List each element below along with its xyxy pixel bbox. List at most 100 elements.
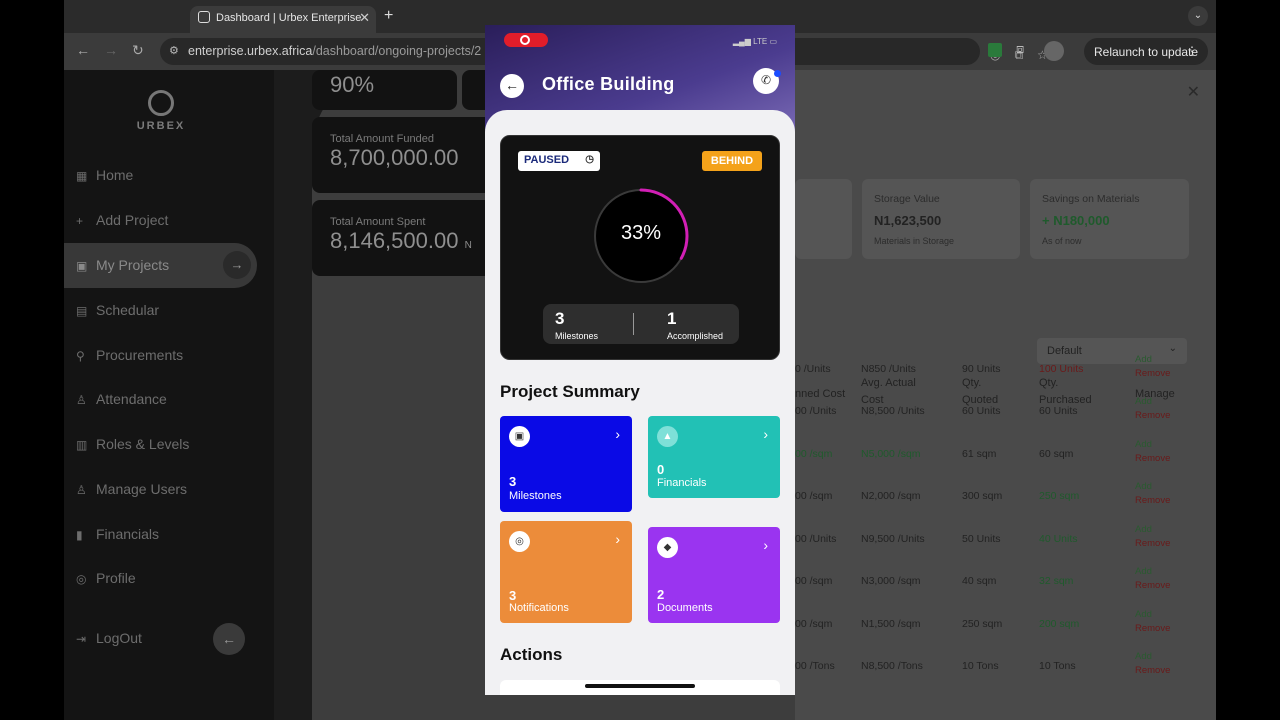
add-link[interactable]: Add — [1135, 480, 1170, 494]
sidebar-item-schedular[interactable]: ▤ Schedular — [76, 293, 159, 327]
add-link[interactable]: Add — [1135, 395, 1170, 409]
close-tab-icon[interactable]: ✕ — [359, 10, 370, 26]
arrow-right-icon[interactable]: → — [223, 251, 251, 279]
manage-links: Add Remove — [1135, 395, 1170, 423]
stat-card-partial-left — [795, 179, 852, 259]
relaunch-button[interactable]: Relaunch to update ⋮ — [1084, 38, 1208, 65]
add-link[interactable]: Add — [1135, 353, 1170, 367]
collapse-sidebar-button[interactable]: ← — [213, 623, 245, 655]
phone-body: PAUSED ◷ BEHIND 33% 3 Milestones 1 Accomp… — [485, 110, 795, 695]
profile-icon: ◎ — [76, 572, 87, 586]
logo-text: URBEX — [136, 120, 186, 132]
milestones-label: Milestones — [555, 331, 599, 341]
sidebar-item-roles[interactable]: ▥ Roles & Levels — [76, 427, 189, 461]
tile-label: Notifications — [509, 602, 569, 614]
sidebar-item-attendance[interactable]: ♙ Attendance — [76, 382, 167, 416]
sidebar-item-profile[interactable]: ◎ Profile — [76, 561, 136, 595]
cell-actual: N850 /Units — [861, 363, 916, 375]
milestones-tile[interactable]: ▣ › 3 Milestones — [500, 416, 632, 512]
cell-purchased: 60 sqm — [1039, 448, 1074, 460]
storage-title: Storage Value — [874, 193, 940, 205]
menu-dots-icon[interactable]: ⋮ — [1186, 44, 1198, 58]
reload-icon[interactable]: ↻ — [132, 42, 144, 59]
cell-purchased: 32 sqm — [1039, 575, 1074, 587]
remove-link[interactable]: Remove — [1135, 537, 1170, 551]
home-indicator[interactable] — [585, 684, 695, 688]
financials-tile[interactable]: ▲ › 0 Financials — [648, 416, 780, 498]
back-arrow-icon[interactable]: ← — [76, 42, 90, 58]
plus-icon: + — [76, 214, 84, 228]
documents-tile[interactable]: ◆ › 2 Documents — [648, 527, 780, 623]
add-link[interactable]: Add — [1135, 438, 1170, 452]
bell-icon: ◎ — [509, 531, 530, 552]
add-link[interactable]: Add — [1135, 608, 1170, 622]
site-info-icon[interactable]: ⚙ — [169, 44, 179, 57]
header-qty-purchased: Qty. Purchased — [1039, 377, 1092, 406]
spent-value-wrap: 8,146,500.00 N — [312, 228, 492, 254]
cell-purchased: 250 sqm — [1039, 490, 1080, 502]
add-link[interactable]: Add — [1135, 523, 1170, 537]
progress-percent: 33% — [620, 222, 662, 244]
back-button[interactable]: ← — [500, 74, 524, 98]
sidebar-item-label: Schedular — [96, 302, 160, 318]
tile-count: 2 — [657, 587, 665, 602]
remove-link[interactable]: Remove — [1135, 579, 1170, 593]
funded-value: 8,700,000.00 — [330, 145, 459, 170]
calendar-icon: ▤ — [76, 304, 88, 318]
logout-label: LogOut — [96, 630, 142, 646]
tab-search-icon[interactable]: ⌄ — [1188, 6, 1208, 26]
savings-sub: As of now — [1042, 236, 1082, 246]
remove-link[interactable]: Remove — [1135, 409, 1170, 423]
chat-button[interactable]: ✆ — [753, 68, 781, 94]
profile-avatar[interactable] — [1044, 41, 1064, 61]
status-bar: ▂▄▆ LTE ▭ — [733, 37, 777, 46]
users-icon: ♙ — [76, 483, 87, 497]
progress-ring: 33% — [593, 188, 689, 284]
accomplished-count: 1 — [667, 309, 677, 328]
sidebar-item-home[interactable]: ▦ Home — [76, 158, 133, 192]
cell-planned: 00 /Units — [795, 405, 837, 417]
milestones-count: 3 — [555, 309, 565, 328]
add-link[interactable]: Add — [1135, 650, 1170, 664]
sidebar-item-procurements[interactable]: ⚲ Procurements — [76, 338, 183, 372]
puzzle-icon[interactable]: ⧈ — [1016, 41, 1024, 57]
progress-stat-card: 90% — [312, 70, 457, 110]
spent-stat-card: Total Amount Spent 8,146,500.00 N — [312, 200, 492, 276]
sidebar-item-label: Attendance — [96, 391, 167, 407]
sidebar-item-add-project[interactable]: + Add Project — [76, 203, 168, 237]
browser-tab[interactable]: Dashboard | Urbex Enterprise ✕ — [190, 6, 376, 33]
remove-link[interactable]: Remove — [1135, 494, 1170, 508]
remove-link[interactable]: Remove — [1135, 367, 1170, 381]
sidebar-item-manage-users[interactable]: ♙ Manage Users — [76, 472, 187, 506]
sidebar-item-my-projects[interactable]: ▣ My Projects — [76, 248, 169, 282]
notification-dot — [774, 70, 781, 77]
remove-link[interactable]: Remove — [1135, 664, 1170, 678]
sidebar: URBEX → ▦ Home + Add Project ▣ My Projects … — [64, 70, 274, 720]
tile-label: Financials — [657, 477, 707, 489]
close-icon[interactable]: ✕ — [1187, 82, 1200, 102]
status-badge-label: PAUSED — [524, 154, 570, 166]
cell-planned: 0 /Units — [795, 363, 831, 375]
forward-arrow-icon[interactable]: → — [104, 42, 118, 58]
sidebar-item-financials[interactable]: ▮ Financials — [76, 517, 159, 551]
chevron-right-icon: › — [763, 426, 768, 442]
user-check-icon: ♙ — [76, 393, 87, 407]
cell-quoted: 40 sqm — [962, 575, 997, 587]
project-summary-title: Project Summary — [500, 382, 640, 401]
cell-quoted: 61 sqm — [962, 448, 997, 460]
logout-link[interactable]: ⇥ LogOut — [76, 621, 142, 655]
remove-link[interactable]: Remove — [1135, 622, 1170, 636]
chevron-right-icon: › — [615, 531, 620, 547]
extension-icon[interactable] — [988, 43, 1002, 57]
remove-link[interactable]: Remove — [1135, 452, 1170, 466]
sidebar-item-label: Procurements — [96, 347, 184, 363]
storage-value-card: Storage Value N1,623,500 Materials in St… — [862, 179, 1020, 259]
add-link[interactable]: Add — [1135, 565, 1170, 579]
timer-icon: ◷ — [585, 154, 594, 165]
signal-icon: ▂▄▆ — [732, 37, 751, 46]
new-tab-icon[interactable]: + — [384, 7, 393, 25]
tile-label: Documents — [657, 602, 713, 614]
notifications-tile[interactable]: ◎ › 3 Notifications — [500, 521, 632, 623]
manage-links: Add Remove — [1135, 523, 1170, 551]
storage-sub: Materials in Storage — [874, 236, 955, 246]
